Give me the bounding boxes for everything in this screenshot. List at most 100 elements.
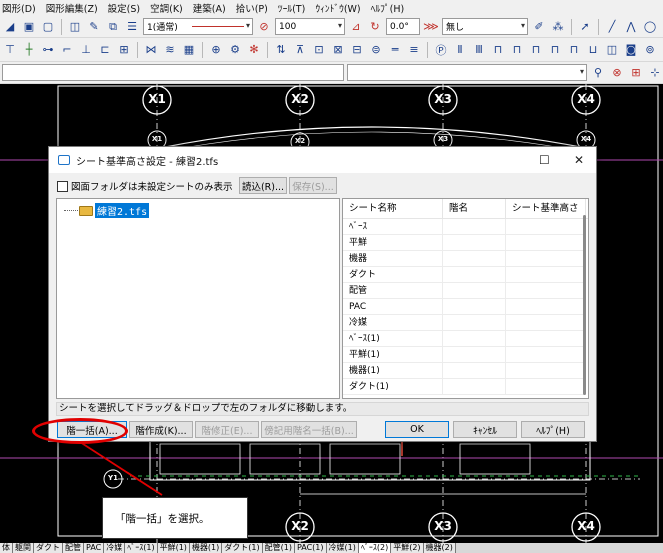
wall-icon[interactable]: Ⅲ: [471, 42, 487, 58]
sheet-tab[interactable]: ﾍﾞｰｽ(1): [125, 543, 158, 553]
ortho-icon[interactable]: ⊹: [647, 65, 663, 81]
read-button[interactable]: 読込(R)...: [239, 177, 287, 194]
beam-icon[interactable]: ═: [387, 42, 403, 58]
table-row[interactable]: 冷媒: [343, 315, 588, 331]
zoom-combo[interactable]: 100 ▾: [275, 18, 345, 35]
sheet-list[interactable]: シート名称 階名 シート基準高さ ﾍﾞｰｽ 平鮮 機器 ダクト 配管 PAC 冷…: [342, 198, 589, 399]
section-cut-icon[interactable]: ⊠: [330, 42, 346, 58]
no-entry-icon[interactable]: ⊘: [256, 19, 272, 35]
valve-icon[interactable]: ⋈: [143, 42, 159, 58]
equipment-icon[interactable]: ⚙: [227, 42, 243, 58]
table-row[interactable]: ﾍﾞｰｽ(1): [343, 331, 588, 347]
folder-filter-checkbox[interactable]: [57, 180, 68, 192]
menu-window[interactable]: ｳｨﾝﾄﾞｳ(W): [315, 1, 360, 15]
window-icon[interactable]: ▢: [40, 19, 56, 35]
layers-icon[interactable]: ⧉: [105, 19, 121, 35]
circle-icon[interactable]: ◯: [642, 19, 658, 35]
menu-figure[interactable]: 図形(D): [2, 1, 36, 15]
fill-combo[interactable]: 無し ▾: [442, 18, 528, 35]
damper-icon[interactable]: ⊞: [116, 42, 132, 58]
reducer-icon[interactable]: ⊏: [97, 42, 113, 58]
snap-icon[interactable]: ⊗: [609, 65, 625, 81]
sheet-tab[interactable]: PAC(1): [294, 543, 327, 553]
table-row[interactable]: 平鮮(1): [343, 347, 588, 363]
menu-architecture[interactable]: 建築(A): [193, 1, 226, 15]
fitting-icon[interactable]: ⊶: [40, 42, 56, 58]
snap-grid-icon[interactable]: ⊞: [628, 65, 644, 81]
select-icon[interactable]: ➚: [577, 19, 593, 35]
section-icon[interactable]: ⊡: [311, 42, 327, 58]
table-row[interactable]: 平鮮: [343, 235, 588, 251]
close-icon[interactable]: ✕: [574, 153, 584, 167]
slab-icon[interactable]: ≡: [406, 42, 422, 58]
frame-grid-icon[interactable]: ⊓: [490, 42, 506, 58]
text-icon[interactable]: Ⓟ: [433, 42, 449, 58]
frame-icon[interactable]: ▣: [21, 19, 37, 35]
column-header-floor[interactable]: 階名: [443, 199, 506, 218]
sheet-tab[interactable]: PAC: [84, 543, 105, 553]
angle-icon[interactable]: ⊿: [348, 19, 364, 35]
cancel-button[interactable]: ｷｬﾝｾﾙ: [453, 421, 517, 438]
section-list-icon[interactable]: ⊜: [368, 42, 384, 58]
fan-icon[interactable]: ✻: [246, 42, 262, 58]
door-icon[interactable]: ⊓: [547, 42, 563, 58]
section-view-icon[interactable]: ⊟: [349, 42, 365, 58]
unit-icon[interactable]: ▦: [181, 42, 197, 58]
column-header-sheet-name[interactable]: シート名称: [343, 199, 443, 218]
window-frame-icon[interactable]: ⊓: [566, 42, 582, 58]
room-icon[interactable]: ⊓: [509, 42, 525, 58]
sheet-tab-active[interactable]: ﾍﾞｰｽ(2): [358, 543, 392, 553]
sheet-tab[interactable]: 躯関: [13, 543, 34, 553]
sheet-tab[interactable]: 冷媒(1): [326, 543, 359, 553]
grid-icon[interactable]: ◫: [67, 19, 83, 35]
sheet-tab[interactable]: 冷媒: [104, 543, 126, 553]
angle-combo[interactable]: 0.0°: [386, 18, 420, 35]
command-combo-right[interactable]: ▾: [347, 64, 587, 81]
menu-settings[interactable]: 設定(S): [108, 1, 140, 15]
menu-hvac[interactable]: 空調(K): [150, 1, 183, 15]
edit-floor-button[interactable]: 階修正(E)...: [195, 421, 259, 438]
line-icon[interactable]: ╱: [604, 19, 620, 35]
tree-root-item[interactable]: 練習2.tfs: [64, 203, 150, 218]
hatch-icon[interactable]: ⋙: [423, 19, 439, 35]
help-button[interactable]: ﾍﾙﾌﾟ(H): [521, 421, 585, 438]
duct-icon[interactable]: ⊤: [2, 42, 18, 58]
floor-icon[interactable]: ◫: [604, 42, 620, 58]
view-icon[interactable]: ⊚: [642, 42, 658, 58]
dialog-titlebar[interactable]: シート基準高さ設定 - 練習2.tfs ☐ ✕: [49, 147, 596, 173]
edit-icon[interactable]: ◢: [2, 19, 18, 35]
table-row[interactable]: 機器: [343, 251, 588, 267]
rotate-icon[interactable]: ↻: [367, 19, 383, 35]
table-row[interactable]: 配管: [343, 283, 588, 299]
menu-tools[interactable]: ﾂｰﾙ(T): [278, 1, 305, 15]
elbow-icon[interactable]: ⌐: [59, 42, 75, 58]
spray-icon[interactable]: ⁂: [550, 19, 566, 35]
sheet-tab[interactable]: 機器(2): [423, 543, 456, 553]
table-row[interactable]: ダクト(1): [343, 379, 588, 395]
table-row[interactable]: ﾍﾞｰｽ: [343, 219, 588, 235]
column-header-base-height[interactable]: シート基準高さ: [506, 199, 586, 218]
layer-combo[interactable]: 1(通常) ▾: [143, 18, 253, 35]
polyline-icon[interactable]: ⋀: [623, 19, 639, 35]
menu-figure-edit[interactable]: 図形編集(Z): [46, 1, 98, 15]
table-row[interactable]: PAC: [343, 299, 588, 315]
crosshair-icon[interactable]: ⊕: [208, 42, 224, 58]
create-floor-button[interactable]: 階作成(K)...: [129, 421, 193, 438]
ok-button[interactable]: OK: [385, 421, 449, 438]
sheet-tab[interactable]: 配管: [63, 543, 84, 553]
menu-help[interactable]: ﾍﾙﾌﾟ(H): [371, 1, 405, 15]
camera-icon[interactable]: ◙: [623, 42, 639, 58]
folder-tree[interactable]: 練習2.tfs: [56, 198, 340, 399]
save-button[interactable]: 保存(S)...: [289, 177, 337, 194]
command-combo-left[interactable]: [2, 64, 344, 81]
tee-icon[interactable]: ⊥: [78, 42, 94, 58]
maximize-icon[interactable]: ☐: [539, 153, 550, 167]
sheet-tab[interactable]: 配管(1): [262, 543, 295, 553]
stair-icon[interactable]: ⊔: [585, 42, 601, 58]
flex-icon[interactable]: ≋: [162, 42, 178, 58]
menu-takeoff[interactable]: 拾い(P): [236, 1, 268, 15]
brush-icon[interactable]: ✐: [531, 19, 547, 35]
sheet-tab[interactable]: 平鮮(1): [157, 543, 190, 553]
layer-list-icon[interactable]: ☰: [124, 19, 140, 35]
opening-icon[interactable]: ⊓: [528, 42, 544, 58]
